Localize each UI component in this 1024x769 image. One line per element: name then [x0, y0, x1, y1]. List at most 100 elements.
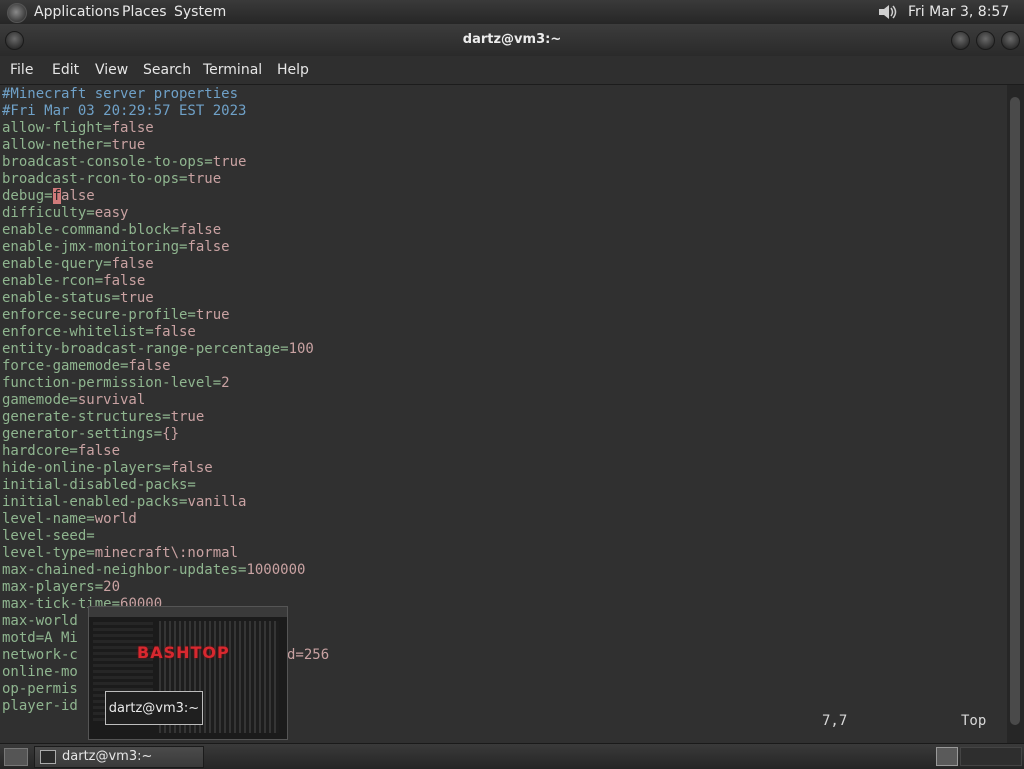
property-key: level-name= [2, 511, 95, 527]
terminal-line: debug=false [2, 188, 314, 205]
property-key: enable-rcon= [2, 273, 104, 289]
property-value: survival [77, 392, 146, 408]
property-value: false [103, 273, 146, 289]
terminal-line: allow-flight=false [2, 120, 314, 137]
property-value: easy [94, 205, 129, 221]
property-key: allow-nether= [2, 137, 112, 153]
system-menu[interactable]: System [174, 0, 226, 24]
property-value: vanilla [187, 494, 247, 510]
property-value: false [111, 120, 154, 136]
menu-terminal[interactable]: Terminal [203, 56, 262, 84]
property-key: generator-settings= [2, 426, 163, 442]
property-value: true [187, 171, 222, 187]
menu-help[interactable]: Help [277, 56, 309, 84]
property-value: minecraft\:normal [94, 545, 239, 561]
window-title: dartz@vm3:~ [462, 32, 562, 47]
terminal-line: broadcast-console-to-ops=true [2, 154, 314, 171]
terminal-icon [40, 750, 56, 764]
maximize-icon[interactable] [976, 31, 995, 50]
terminal-line: gamemode=survival [2, 392, 314, 409]
property-key: hardcore= [2, 443, 78, 459]
applications-menu[interactable]: Applications [34, 0, 120, 24]
workspace-switcher[interactable] [960, 747, 1022, 766]
terminal-line: initial-enabled-packs=vanilla [2, 494, 314, 511]
property-value: true [212, 154, 247, 170]
property-key: max-players= [2, 579, 104, 595]
property-value: true [195, 307, 230, 323]
preview-titlebar [89, 607, 287, 617]
terminal-line: enable-query=false [2, 256, 314, 273]
terminal-line: enable-jmx-monitoring=false [2, 239, 314, 256]
window-titlebar[interactable]: dartz@vm3:~ [0, 24, 1024, 56]
property-value: world [94, 511, 137, 527]
scrollbar[interactable] [1007, 85, 1024, 743]
taskbar-label: dartz@vm3:~ [62, 749, 153, 764]
terminal-line: enforce-whitelist=false [2, 324, 314, 341]
terminal-line: #Fri Mar 03 20:29:57 EST 2023 [2, 103, 314, 120]
terminal-line: broadcast-rcon-to-ops=true [2, 171, 314, 188]
property-key: debug= [2, 188, 53, 204]
property-key: enable-query= [2, 256, 112, 272]
bashtop-logo: BASHTOP [137, 643, 230, 662]
property-key: enable-jmx-monitoring= [2, 239, 188, 255]
workspace-1[interactable] [936, 747, 958, 766]
property-value: false [179, 222, 222, 238]
terminal-line: max-players=20 [2, 579, 314, 596]
property-key: entity-broadcast-range-percentage= [2, 341, 289, 357]
property-key: motd=A Mi [2, 630, 78, 646]
menu-edit[interactable]: Edit [52, 56, 79, 84]
taskbar-button-terminal[interactable]: dartz@vm3:~ [34, 746, 204, 768]
terminal-line: enforce-secure-profile=true [2, 307, 314, 324]
property-key: max-chained-neighbor-updates= [2, 562, 247, 578]
property-value: false [153, 324, 196, 340]
terminal-line: function-permission-level=2 [2, 375, 314, 392]
terminal-line: allow-nether=true [2, 137, 314, 154]
property-value: true [120, 290, 154, 306]
property-key: initial-enabled-packs= [2, 494, 188, 510]
property-key: force-gamemode= [2, 358, 129, 374]
minimize-icon[interactable] [951, 31, 970, 50]
scrollbar-thumb[interactable] [1010, 97, 1020, 725]
property-key: hide-online-players= [2, 460, 171, 476]
property-key: op-permis [2, 681, 78, 697]
terminal-line: enable-command-block=false [2, 222, 314, 239]
text-cursor: f [52, 188, 62, 204]
property-value: false [128, 358, 171, 374]
close-icon[interactable] [1001, 31, 1020, 50]
property-key: network-c [2, 647, 78, 663]
cursor-position: 7,7 [822, 713, 848, 729]
property-key: player-id [2, 698, 78, 714]
property-value: false [187, 239, 230, 255]
menu-view[interactable]: View [95, 56, 128, 84]
menu-search[interactable]: Search [143, 56, 191, 84]
scroll-position: Top [961, 713, 987, 729]
property-key: gamemode= [2, 392, 78, 408]
top-panel: Applications Places System Fri Mar 3, 8:… [0, 0, 1024, 44]
terminal-line: entity-broadcast-range-percentage=100 [2, 341, 314, 358]
gnome-foot-icon[interactable] [7, 3, 27, 23]
property-value: {} [162, 426, 180, 442]
terminal-line: generator-settings={} [2, 426, 314, 443]
places-menu[interactable]: Places [122, 0, 167, 24]
property-key: enable-command-block= [2, 222, 180, 238]
terminal-line: enable-status=true [2, 290, 314, 307]
property-value-partial: d=256 [287, 647, 330, 663]
property-key: online-mo [2, 664, 78, 680]
terminal-line: max-chained-neighbor-updates=1000000 [2, 562, 314, 579]
show-desktop-icon[interactable] [4, 748, 28, 766]
property-value: 2 [221, 375, 230, 391]
volume-icon[interactable] [876, 2, 900, 22]
property-value: 100 [288, 341, 314, 357]
property-value: alse [61, 188, 95, 204]
property-key: function-permission-level= [2, 375, 222, 391]
window-switcher-tooltip: dartz@vm3:~ [105, 691, 203, 725]
property-key: difficulty= [2, 205, 95, 221]
property-value: 1000000 [246, 562, 306, 578]
bottom-panel: dartz@vm3:~ [0, 743, 1024, 769]
menu-file[interactable]: File [10, 56, 33, 84]
terminal-line: level-type=minecraft\:normal [2, 545, 314, 562]
terminal-line: difficulty=easy [2, 205, 314, 222]
terminal-line: initial-disabled-packs= [2, 477, 314, 494]
property-key: generate-structures= [2, 409, 171, 425]
comment-text: #Minecraft server properties [2, 86, 239, 102]
